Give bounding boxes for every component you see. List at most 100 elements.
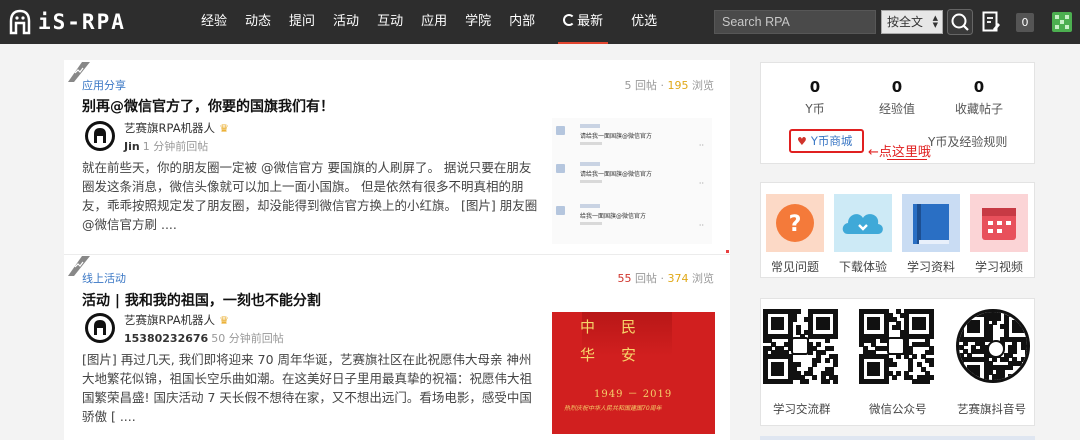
qr-module [828,346,834,351]
quick-link-label: 学习资料 [906,260,955,274]
write-post-button[interactable] [982,11,1000,33]
nav-item-jingyan[interactable]: 经验 [192,0,236,44]
quick-link-videos[interactable]: 学习视频 [970,194,1028,275]
nav-item-huodong[interactable]: 活动 [324,0,368,44]
qr-module [832,333,838,339]
qr-center-logo-icon [791,337,809,355]
qr-codes-card: 学习交流群 微信公众号 艺赛旗抖音号 [760,298,1035,426]
view-count: 195 [667,79,689,92]
qr-code-group[interactable] [763,309,838,384]
nav-item-yingyong[interactable]: 应用 [412,0,456,44]
author-avatar[interactable] [84,312,116,344]
author-name: 艺赛旗RPA机器人 [124,121,216,135]
chat-message: 请给我一面国旗@微信官方 ·· [556,124,706,154]
nav-item-neibu[interactable]: 内部 [500,0,544,44]
svg-text:?: ? [789,212,802,237]
qr-module [963,382,968,383]
main-nav: 经验 动态 提问 活动 互动 应用 学院 内部 最新 优选 [192,0,666,44]
post-banner-image[interactable]: 中民 华安 1949 － 2019 热烈庆祝中华人民共和国建国70周年 [552,312,715,434]
post-thumbnail-image[interactable]: 请给我一面国旗@微信官方 ·· 请给我一面国旗@微信官方 ·· 给我一面国旗@微… [552,118,712,244]
author-name: 艺赛旗RPA机器人 [124,313,216,327]
qr-module [1029,382,1030,383]
post-meta: 15380232676 50 分钟前回帖 [124,330,284,346]
qr-module [1029,357,1030,362]
last-reply-user[interactable]: 15380232676 [124,332,208,345]
site-logo[interactable]: iS-RPA [8,8,126,36]
post-item[interactable]: 应用分享 5 回帖 · 195 浏览 别再@微信官方了，你要的国旗我们有！ 艺赛… [64,60,730,254]
qr-module [779,370,785,376]
reply-label: 回帖 [635,272,657,285]
qr-module [1000,382,1005,383]
qr-code-wechat[interactable] [859,309,934,384]
qr-module [832,378,838,384]
post-author[interactable]: 艺赛旗RPA机器人 ♛ [124,312,229,328]
ycoin-mall-button[interactable]: ♥ Y币商城 [789,129,864,153]
quick-link-download[interactable]: 下载体验 [834,194,892,275]
last-reply-user[interactable]: Jin [124,140,140,153]
qr-module [875,370,881,376]
search-button[interactable] [947,9,973,35]
post-author[interactable]: 艺赛旗RPA机器人 ♛ [124,120,229,136]
qr-module [779,325,785,331]
qr-center-logo-icon [887,337,905,355]
nav-item-xueyuan[interactable]: 学院 [456,0,500,44]
chat-message-text: 请给我一面国旗@微信官方 [580,133,653,140]
quick-link-faq[interactable]: ? 常见问题 [766,194,824,275]
hint-underline [887,159,927,160]
chat-message: 给我一面国旗@微信官方 ·· [556,204,706,234]
qr-module [1024,312,1027,317]
qr-module [980,382,985,383]
nav-item-youxuan[interactable]: 优选 [622,0,666,44]
qr-module [787,378,793,384]
qr-module [1004,382,1009,383]
post-meta: Jin 1 分钟前回帖 [124,138,208,154]
stat-ycoin[interactable]: 0 Y币 [775,77,855,117]
post-excerpt[interactable]: [图片] 再过几天, 我们即将迎来 70 周年华诞，艺赛旗社区在此祝愿伟大母亲 … [82,350,540,426]
qr-module [1029,337,1030,342]
qr-code-douyin[interactable] [956,309,1030,383]
nav-item-hudong[interactable]: 互动 [368,0,412,44]
reply-label: 回帖 [635,79,657,92]
qr-module [824,378,830,384]
chat-message: 请给我一面国旗@微信官方 ·· [556,162,706,192]
view-label: 浏览 [692,79,714,92]
post-category[interactable]: 线上活动 [82,270,126,286]
crown-icon: ♛ [219,122,229,135]
stat-favorites[interactable]: 0 收藏帖子 [939,77,1019,117]
last-reply-time: 50 分钟前回帖 [211,332,284,345]
user-avatar[interactable] [1052,12,1072,32]
qr-module [812,374,818,380]
stat-experience[interactable]: 0 经验值 [857,77,937,117]
search-scope-select[interactable]: 按全文 ▲ ▼ [881,10,943,34]
qr-module [1029,341,1030,346]
qr-module [891,374,897,380]
nav-item-zuixin[interactable]: 最新 [554,0,612,44]
post-stats: 5 回帖 · 195 浏览 [624,79,715,92]
quick-links-card: ? 常见问题 下载体验 学习资料 学习视频 [760,182,1035,278]
banner-char: 华 [580,346,604,364]
qr-module [1024,369,1027,375]
qr-module [1029,320,1030,325]
quick-link-label: 常见问题 [770,260,819,274]
post-category[interactable]: 应用分享 [82,77,126,93]
post-excerpt[interactable]: 就在前些天，你的朋友圈一定被 @微信官方 要国旗的人刷屏了。 据说只要在朋友圈发… [82,158,540,234]
chat-message-text: 给我一面国旗@微信官方 [580,213,647,220]
qr-module [891,362,897,368]
qr-label: 微信公众号 [869,402,927,416]
qr-module [1029,312,1030,317]
robot-avatar-icon [85,121,115,151]
quick-link-materials[interactable]: 学习资料 [902,194,960,275]
quick-link-label: 下载体验 [838,260,887,274]
post-title[interactable]: 活动 | 我和我的祖国，一刻也不能分割 [82,290,321,310]
notification-badge[interactable]: 0 [1016,13,1034,32]
nav-item-dongtai[interactable]: 动态 [236,0,280,44]
search-input[interactable] [714,10,876,34]
author-avatar[interactable] [84,120,116,152]
nav-item-label: 最新 [577,14,604,29]
qr-module [959,382,964,383]
ycoin-rules-link[interactable]: Y币及经验规则 [928,133,1007,150]
qr-module [1024,357,1027,363]
qr-module [824,337,830,343]
post-title[interactable]: 别再@微信官方了，你要的国旗我们有！ [82,96,334,116]
nav-item-tiwen[interactable]: 提问 [280,0,324,44]
